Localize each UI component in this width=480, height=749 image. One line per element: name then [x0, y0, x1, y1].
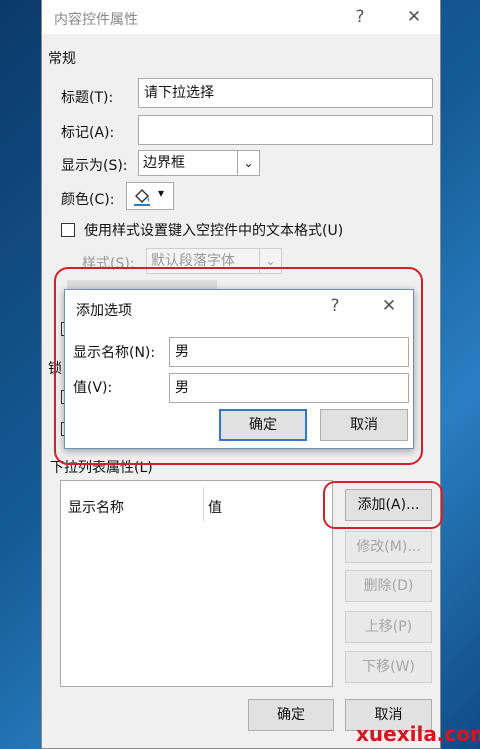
paint-bucket-icon: [134, 189, 150, 206]
tag-input[interactable]: [138, 115, 433, 145]
show-as-value: 边界框: [143, 155, 185, 171]
help-button[interactable]: ?: [348, 6, 372, 28]
move-down-button[interactable]: 下移(W): [345, 651, 432, 683]
add-dialog-highlight: [54, 267, 423, 465]
chevron-down-icon[interactable]: ⌄: [237, 151, 259, 175]
title-label: 标题(T):: [61, 90, 114, 106]
column-header-value: 值: [208, 500, 222, 516]
color-label: 颜色(C):: [61, 192, 115, 208]
close-button[interactable]: ✕: [402, 6, 426, 28]
section-general: 常规: [48, 51, 76, 67]
show-as-label: 显示为(S):: [61, 158, 128, 174]
title-input[interactable]: 请下拉选择: [138, 78, 433, 108]
title-bar: 内容控件属性 ? ✕: [42, 0, 440, 34]
move-up-button[interactable]: 上移(P): [345, 611, 432, 643]
column-header-display-name: 显示名称: [68, 500, 124, 516]
use-style-label: 使用样式设置键入空控件中的文本格式(U): [84, 223, 344, 239]
tag-label: 标记(A):: [61, 125, 115, 141]
watermark: xuexila.com: [356, 722, 480, 746]
show-as-select[interactable]: 边界框 ⌄: [138, 150, 260, 176]
modify-button[interactable]: 修改(M)...: [345, 531, 432, 563]
delete-button[interactable]: 删除(D): [345, 570, 432, 602]
color-picker-button[interactable]: ▾: [126, 182, 174, 210]
column-divider: [203, 487, 204, 521]
dropdown-list[interactable]: 显示名称 值: [60, 480, 333, 687]
color-dropdown-arrow: ▾: [158, 186, 165, 200]
ok-button[interactable]: 确定: [248, 699, 334, 731]
dialog-title: 内容控件属性: [54, 12, 138, 28]
add-button-highlight: [323, 481, 443, 529]
use-style-checkbox[interactable]: [61, 223, 75, 237]
